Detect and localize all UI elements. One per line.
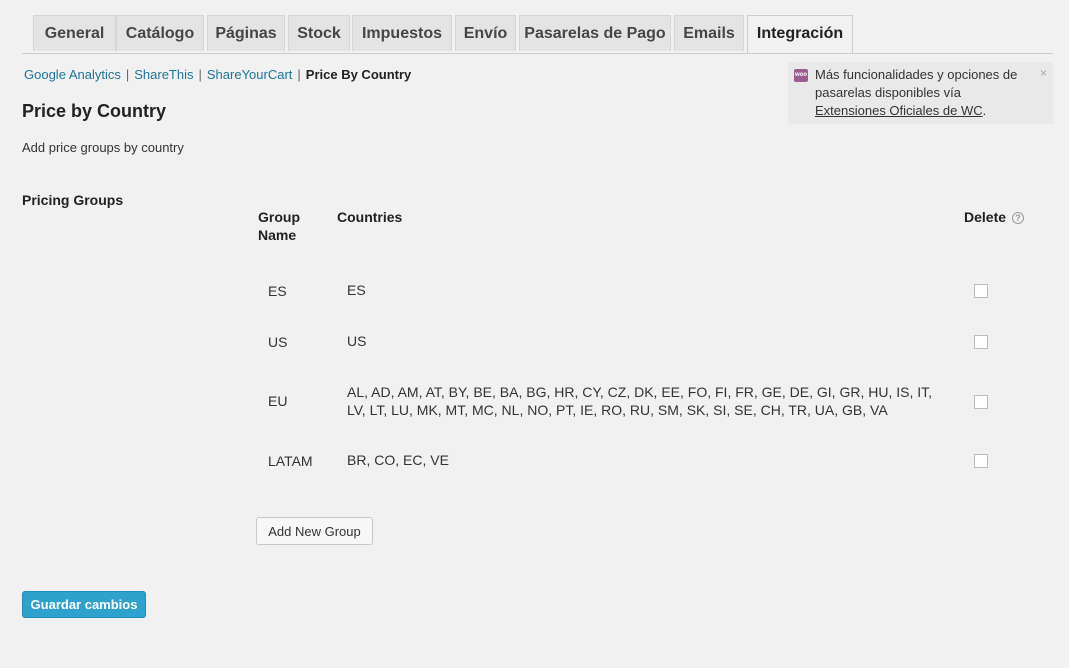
subnav-shareyourcart[interactable]: ShareYourCart — [207, 67, 293, 82]
tab-paginas[interactable]: Páginas — [207, 15, 285, 51]
countries-cell: AL, AD, AM, AT, BY, BE, BA, BG, HR, CY, … — [347, 384, 933, 418]
close-icon[interactable]: × — [1040, 64, 1047, 82]
group-name-header-line1: Group — [258, 209, 300, 225]
delete-checkbox[interactable] — [974, 335, 988, 349]
subnav-sharethis[interactable]: ShareThis — [134, 67, 193, 82]
page-description: Add price groups by country — [22, 140, 184, 155]
group-name-cell: EU — [268, 393, 288, 409]
countries-cell: BR, CO, EC, VE — [347, 452, 449, 468]
notice-text: Más funcionalidades y opciones de pasare… — [815, 67, 1018, 100]
group-name-cell: US — [268, 334, 288, 350]
group-name-cell: LATAM — [268, 453, 313, 469]
subnav-separator: | — [125, 67, 130, 82]
tab-envio[interactable]: Envío — [455, 15, 516, 51]
settings-tabs: General Catálogo Páginas Stock Impuestos… — [22, 15, 1053, 54]
page-title: Price by Country — [22, 101, 167, 121]
tab-emails[interactable]: Emails — [674, 15, 744, 51]
settings-page: General Catálogo Páginas Stock Impuestos… — [0, 0, 1069, 668]
tab-integracion[interactable]: Integración — [747, 15, 853, 53]
subnav-separator: | — [198, 67, 202, 82]
delete-checkbox[interactable] — [974, 284, 988, 298]
pricing-groups-label: Pricing Groups — [22, 192, 124, 208]
delete-checkbox[interactable] — [974, 395, 988, 409]
extensions-link[interactable]: Extensiones Oficiales de WC — [815, 103, 983, 118]
group-name-cell: ES — [268, 283, 287, 299]
delete-header: Delete? — [964, 208, 1025, 226]
tab-pasarelas-de-pago[interactable]: Pasarelas de Pago — [519, 15, 671, 51]
subnav-separator: | — [297, 67, 301, 82]
group-name-header: Group Name — [258, 208, 300, 244]
tab-impuestos[interactable]: Impuestos — [352, 15, 452, 51]
tab-general[interactable]: General — [33, 15, 116, 51]
tab-catalogo[interactable]: Catálogo — [116, 15, 204, 51]
group-name-header-line2: Name — [258, 227, 297, 243]
integration-subnav: Google Analytics | ShareThis | ShareYourCart… — [24, 67, 411, 82]
notice-period: . — [982, 103, 987, 118]
countries-cell: US — [347, 333, 367, 349]
tab-stock[interactable]: Stock — [288, 15, 350, 51]
help-icon[interactable]: ? — [1012, 212, 1025, 224]
countries-cell: ES — [347, 282, 366, 298]
subnav-price-by-country: Price By Country — [305, 67, 412, 82]
delete-checkbox[interactable] — [974, 454, 988, 468]
extensions-notice: woo Más funcionalidades y opciones de pa… — [788, 62, 1053, 124]
delete-header-label: Delete — [964, 209, 1007, 225]
countries-header: Countries — [337, 209, 403, 225]
add-new-group-button[interactable]: Add New Group — [256, 517, 373, 545]
woocommerce-icon: woo — [794, 69, 808, 82]
save-changes-button[interactable]: Guardar cambios — [22, 591, 146, 618]
subnav-google-analytics[interactable]: Google Analytics — [24, 67, 121, 82]
